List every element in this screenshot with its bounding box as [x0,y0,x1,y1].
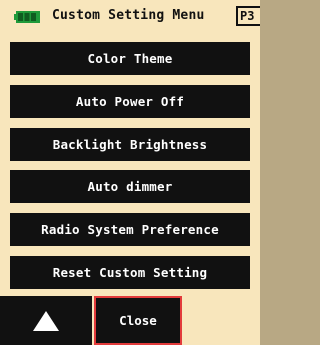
color-theme-button[interactable]: Color Theme [10,42,250,75]
radio-system-preference-button[interactable]: Radio System Preference [10,213,250,246]
bottom-bar: Close [0,296,260,345]
close-button[interactable]: Close [94,296,182,345]
auto-dimmer-button[interactable]: Auto dimmer [10,170,250,203]
triangle-up-icon [33,310,59,331]
battery-icon [14,11,40,23]
backlight-brightness-button[interactable]: Backlight Brightness [10,128,250,161]
auto-power-off-button[interactable]: Auto Power Off [10,85,250,118]
custom-setting-screen: Custom Setting Menu P3 Color Theme Auto … [0,0,260,345]
reset-custom-setting-button[interactable]: Reset Custom Setting [10,256,250,289]
page-indicator: P3 [236,6,260,26]
page-title: Custom Setting Menu [52,8,205,23]
header-bar: Custom Setting Menu P3 [0,0,260,34]
page-up-button[interactable] [0,296,92,345]
